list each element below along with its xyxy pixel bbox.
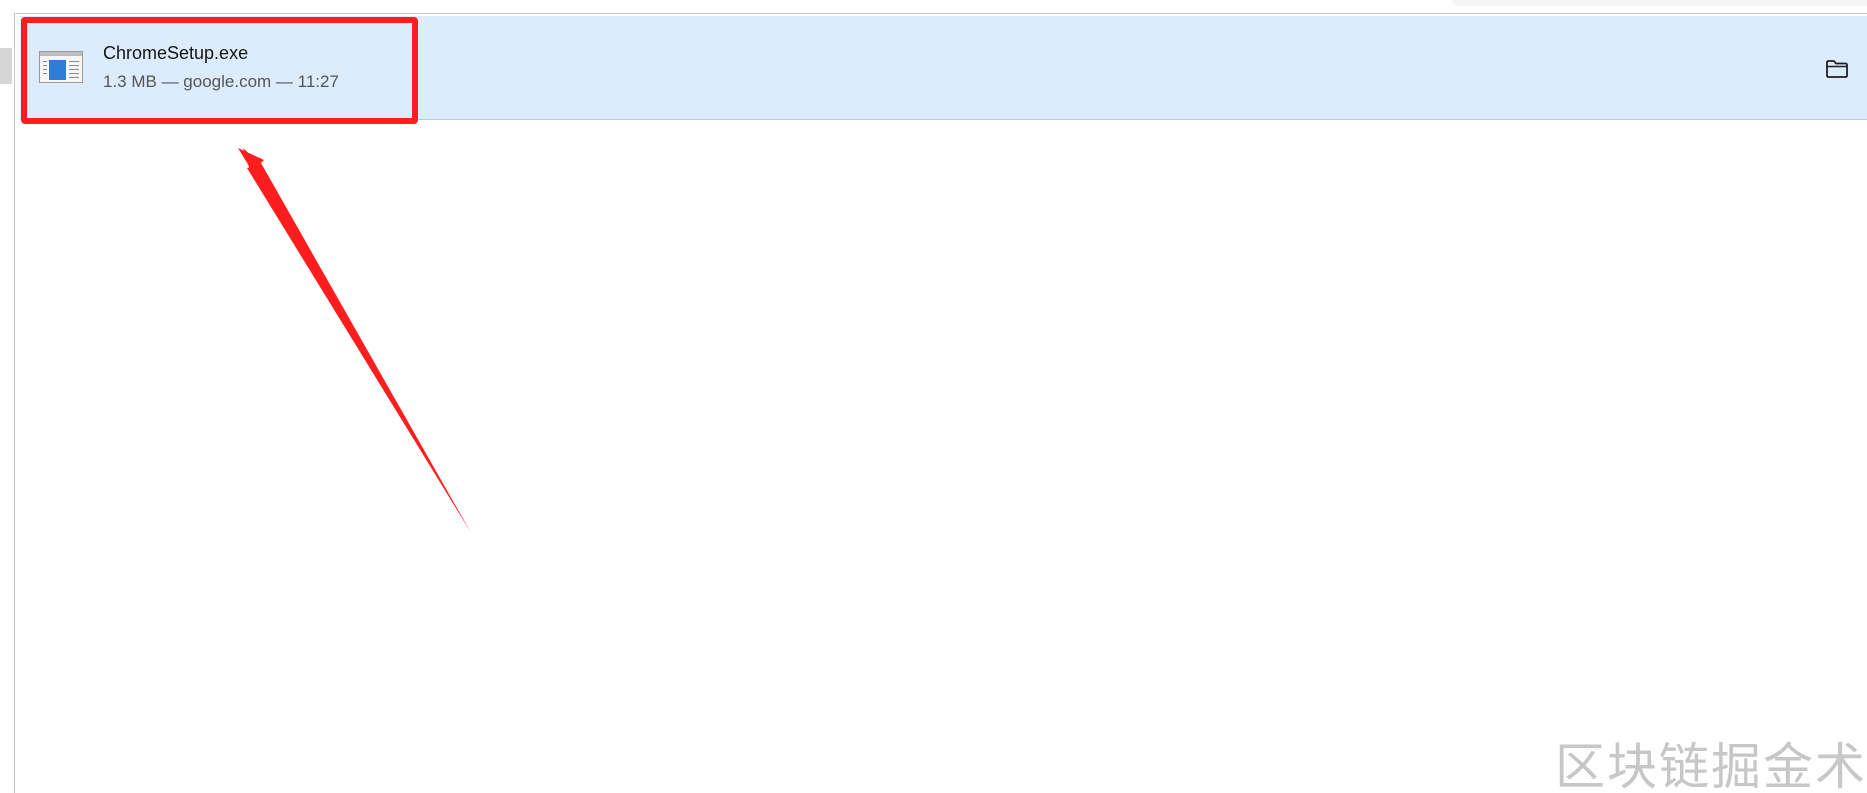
downloads-window: ChromeSetup.exe 1.3 MB — google.com — 11… [0, 0, 1867, 793]
watermark: 区块链掘金术 [1555, 738, 1867, 793]
annotation-arrow [238, 148, 470, 531]
